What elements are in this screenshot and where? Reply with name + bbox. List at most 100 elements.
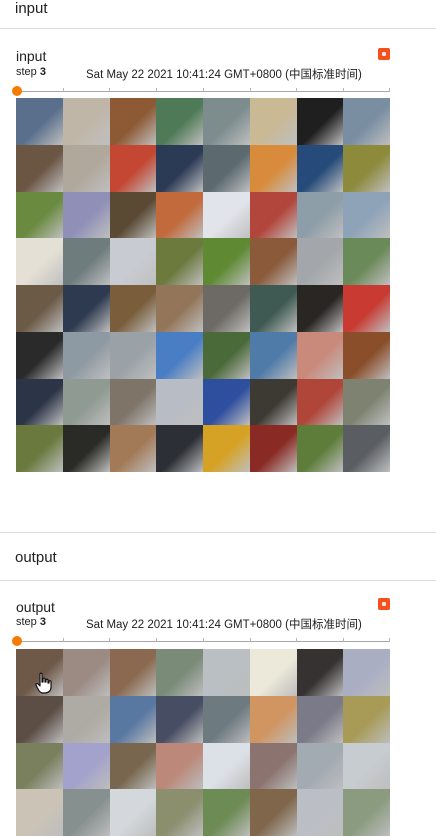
step-indicator: step 3 — [16, 66, 46, 78]
image-tile — [62, 742, 110, 790]
image-tile — [62, 144, 110, 192]
step-slider-thumb[interactable] — [12, 86, 22, 96]
image-tile — [203, 789, 250, 836]
section-header-input[interactable]: input — [0, 0, 436, 28]
image-tile — [343, 742, 390, 790]
image-tile — [203, 285, 250, 332]
image-grid-output — [16, 649, 390, 836]
image-tile — [156, 649, 203, 696]
image-tile — [343, 331, 390, 379]
image-tile — [156, 378, 203, 426]
image-tile — [343, 98, 390, 145]
image-tile — [249, 144, 297, 192]
timestamp: Sat May 22 2021 10:41:24 GMT+0800 (中国标准时… — [86, 619, 362, 631]
image-tile — [296, 742, 344, 790]
section-title: output — [15, 549, 57, 566]
image-tile — [16, 742, 63, 790]
image-tile — [16, 425, 63, 472]
image-tile — [343, 238, 390, 285]
image-tile — [296, 378, 344, 426]
image-tile — [156, 144, 203, 192]
image-tile — [203, 144, 250, 192]
image-tile — [109, 649, 157, 696]
image-tile — [249, 742, 297, 790]
image-tile — [109, 425, 157, 472]
image-tile — [109, 695, 157, 743]
image-tile — [296, 144, 344, 192]
image-tile — [203, 331, 250, 379]
step-slider-thumb[interactable] — [12, 636, 22, 646]
image-tile — [296, 789, 344, 836]
image-tile — [109, 285, 157, 332]
image-tile — [249, 238, 297, 285]
image-tile — [16, 789, 63, 836]
image-tile — [203, 695, 250, 743]
image-tile — [156, 742, 203, 790]
image-tile — [16, 238, 63, 285]
image-tile — [343, 144, 390, 192]
image-tile — [203, 98, 250, 145]
image-tile — [343, 425, 390, 472]
image-tile — [249, 425, 297, 472]
divider — [0, 580, 436, 581]
section-header-output[interactable]: output — [0, 549, 436, 579]
image-tile — [296, 695, 344, 743]
image-tile — [109, 98, 157, 145]
image-tile — [296, 425, 344, 472]
step-value: 3 — [39, 66, 46, 78]
image-tile — [249, 789, 297, 836]
image-tile — [156, 789, 203, 836]
image-tile — [249, 378, 297, 426]
image-tile — [296, 98, 344, 145]
image-tile — [109, 789, 157, 836]
image-tile — [296, 285, 344, 332]
image-tile — [203, 742, 250, 790]
divider — [0, 28, 436, 29]
image-tile — [156, 425, 203, 472]
image-tile — [109, 144, 157, 192]
image-tile — [203, 649, 250, 696]
image-tile — [62, 238, 110, 285]
image-tile — [203, 378, 250, 426]
image-tile — [109, 238, 157, 285]
image-tile — [62, 649, 110, 696]
image-tile — [109, 378, 157, 426]
image-tile — [62, 331, 110, 379]
hand-pointer-icon — [35, 672, 52, 694]
image-tile — [16, 695, 63, 743]
image-tile — [109, 331, 157, 379]
image-tile — [16, 285, 63, 332]
divider — [0, 532, 436, 533]
image-tile — [62, 98, 110, 145]
step-value: 3 — [39, 616, 46, 628]
image-tile — [62, 789, 110, 836]
step-indicator: step 3 — [16, 616, 46, 628]
step-slider-ticks — [16, 88, 390, 93]
image-tile — [109, 191, 157, 239]
image-tile — [249, 649, 297, 696]
image-tile — [16, 191, 63, 239]
expand-icon[interactable] — [378, 48, 390, 60]
image-tile — [249, 331, 297, 379]
image-tile — [62, 425, 110, 472]
image-tile — [156, 98, 203, 145]
image-grid-input — [16, 98, 390, 472]
image-tile — [203, 425, 250, 472]
image-tile — [16, 378, 63, 426]
image-tile — [249, 695, 297, 743]
image-tile — [296, 649, 344, 696]
image-tile — [343, 191, 390, 239]
image-tile — [343, 789, 390, 836]
image-tile — [203, 238, 250, 285]
card-title: output — [16, 599, 55, 615]
expand-icon[interactable] — [378, 598, 390, 610]
image-tile — [343, 695, 390, 743]
image-tile — [16, 98, 63, 145]
image-tile — [156, 191, 203, 239]
image-tile — [249, 191, 297, 239]
image-tile — [16, 144, 63, 192]
image-tile — [156, 695, 203, 743]
card-title: input — [16, 48, 47, 64]
image-tile — [62, 695, 110, 743]
image-tile — [249, 285, 297, 332]
